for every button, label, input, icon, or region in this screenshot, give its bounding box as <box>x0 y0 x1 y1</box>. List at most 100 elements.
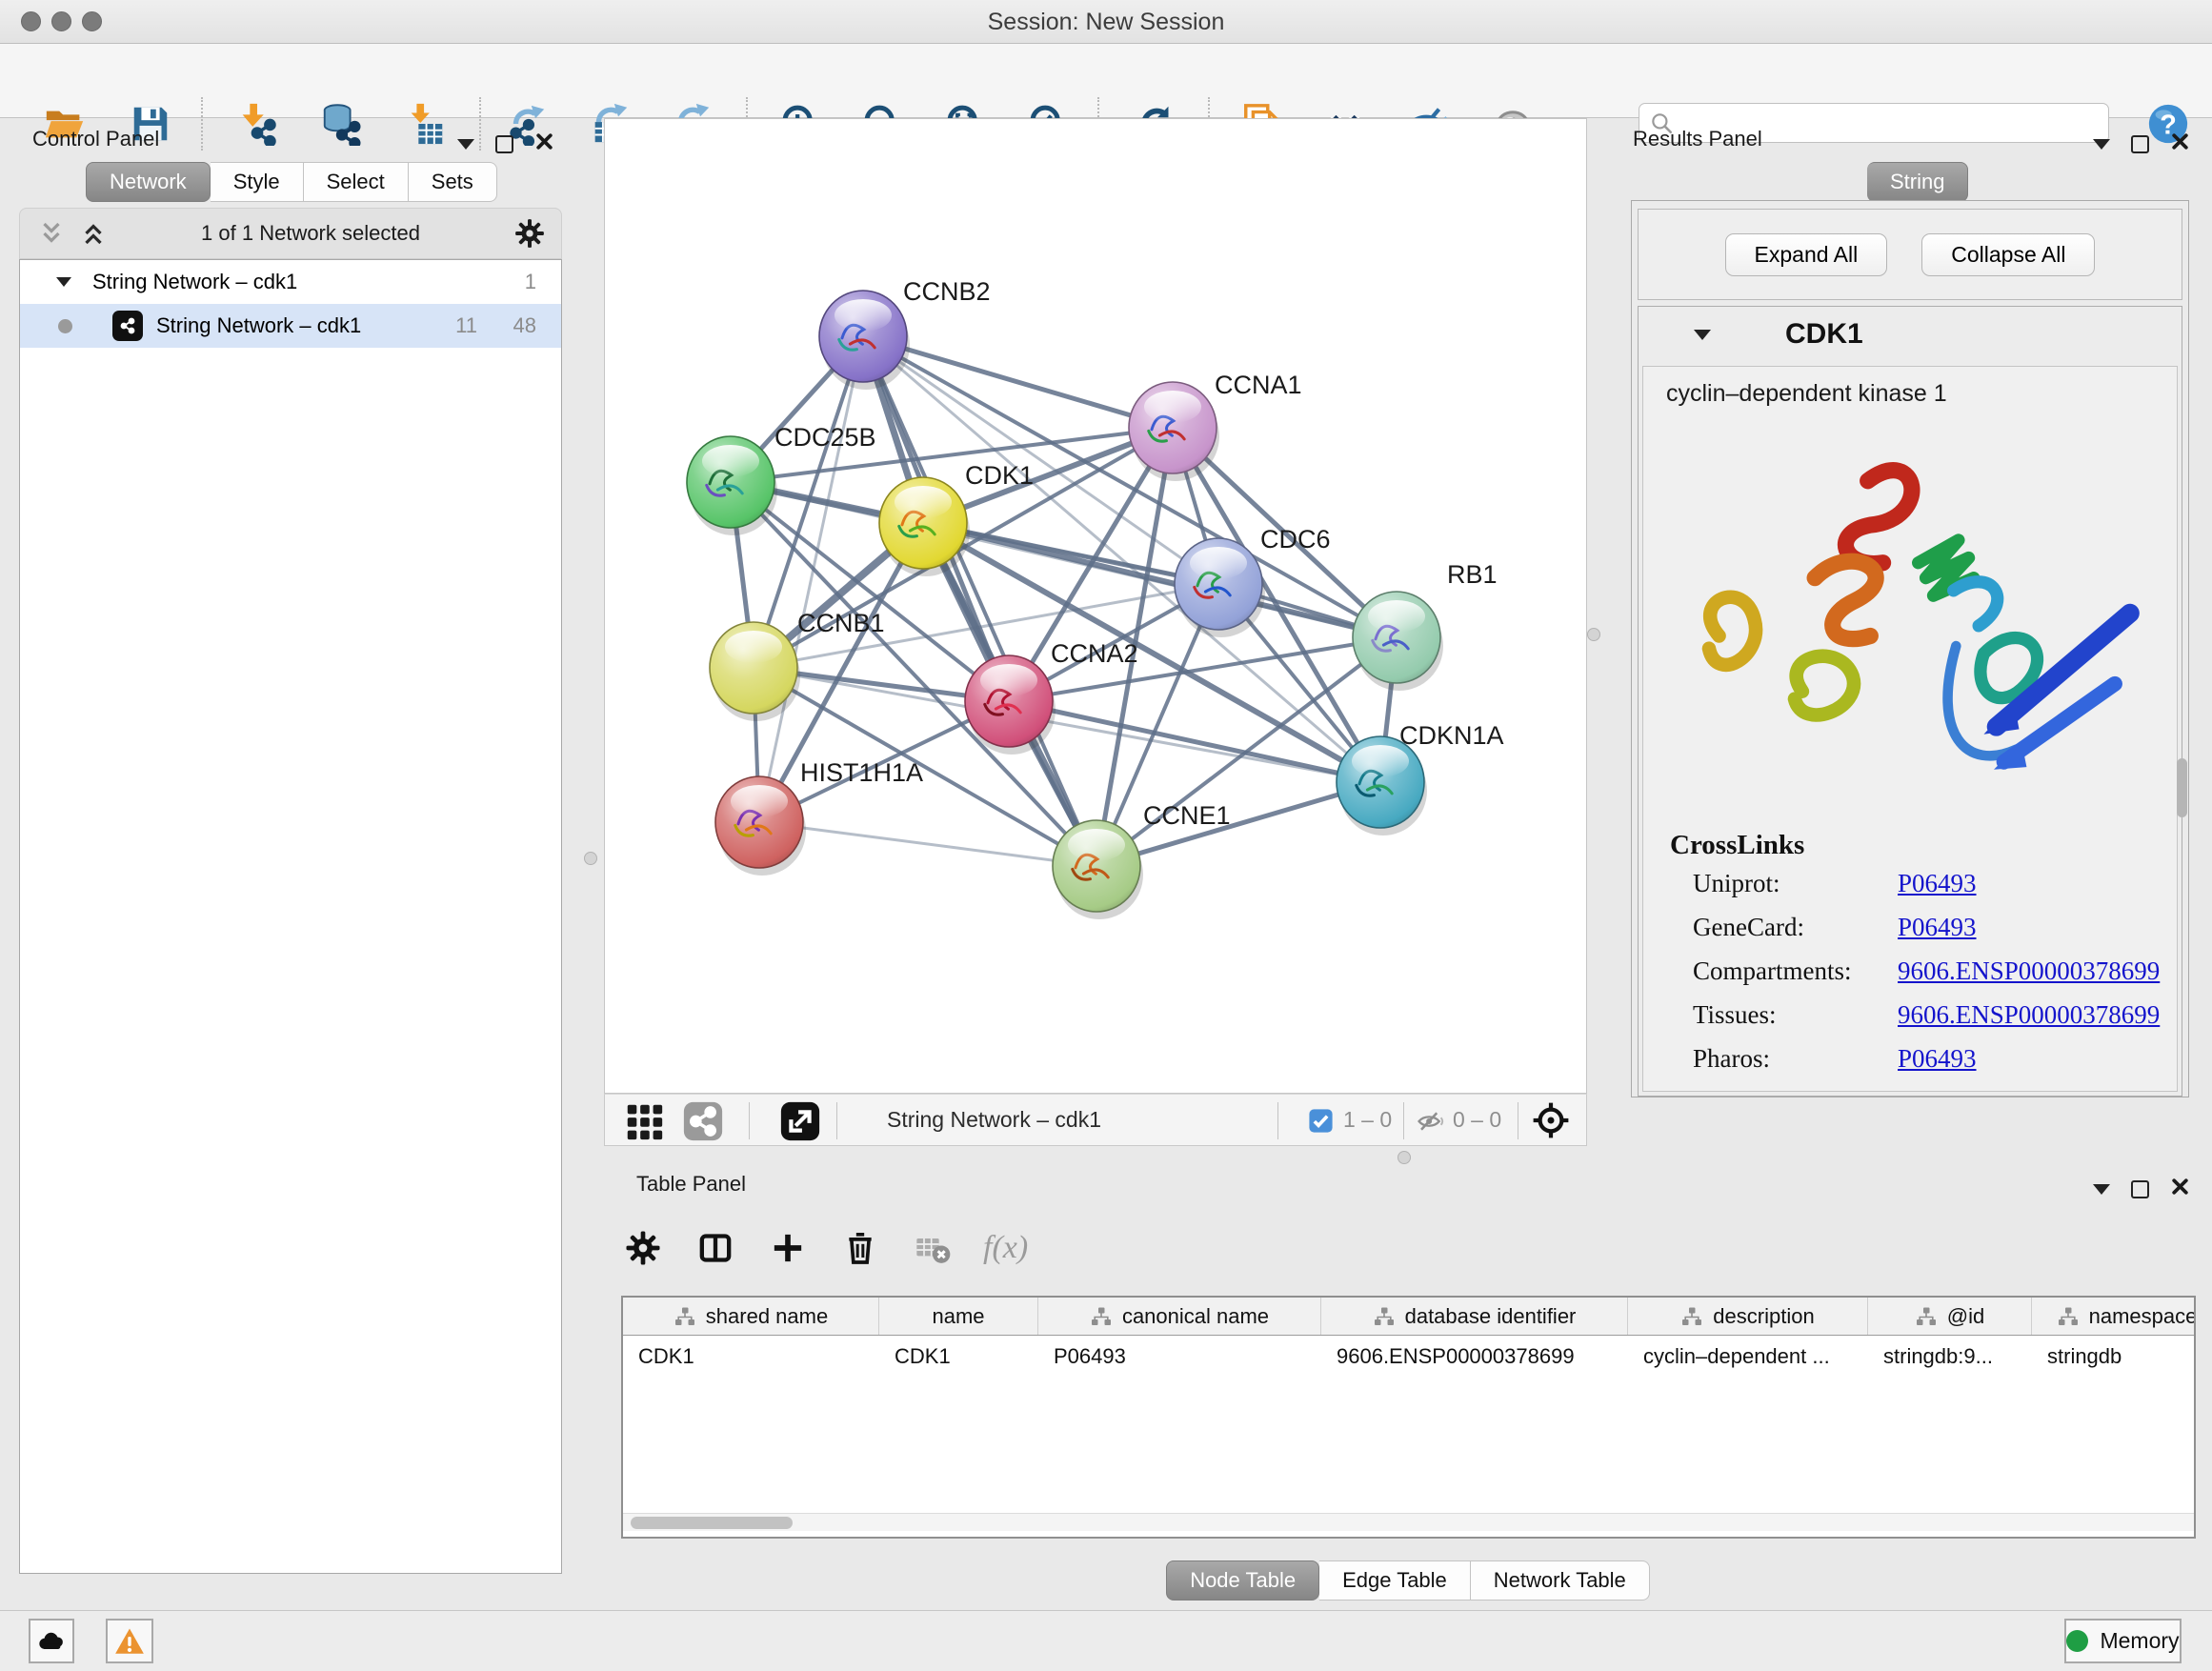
tab-sets[interactable]: Sets <box>409 162 497 202</box>
cloud-status-button[interactable] <box>29 1619 74 1663</box>
view-grid-button[interactable] <box>622 1099 666 1143</box>
table-cell[interactable]: P06493 <box>1038 1336 1321 1379</box>
control-panel-menu-icon[interactable] <box>457 139 474 150</box>
table-cell[interactable]: cyclin–dependent ... <box>1628 1336 1868 1379</box>
network-node-CDC25B[interactable] <box>687 436 777 535</box>
results-panel-close-icon[interactable] <box>2170 131 2190 156</box>
columns-icon <box>696 1229 734 1267</box>
network-node-HIST1H1A[interactable] <box>715 776 806 876</box>
add-column-button[interactable] <box>766 1226 810 1270</box>
protein-card-header[interactable]: CDK1 <box>1639 307 2182 362</box>
column-label: shared name <box>706 1304 828 1329</box>
crosslink-label: Tissues: <box>1693 1000 1898 1030</box>
table-settings-button[interactable] <box>621 1226 665 1270</box>
delete-table-icon <box>914 1229 952 1267</box>
network-node-CDC6[interactable] <box>1175 538 1265 637</box>
table-cell[interactable]: CDK1 <box>879 1336 1038 1379</box>
collapse-all-icon[interactable] <box>37 219 66 248</box>
tab-node-table[interactable]: Node Table <box>1166 1560 1319 1601</box>
column-header-shared-name[interactable]: shared name <box>623 1298 879 1335</box>
crosslink-link[interactable]: P06493 <box>1898 1044 1977 1073</box>
tab-style[interactable]: Style <box>211 162 304 202</box>
results-panel-float-icon[interactable] <box>2131 135 2149 153</box>
bottom-splitter-handle[interactable] <box>1398 1151 1411 1164</box>
node-table: shared name name canonical name database id… <box>621 1296 2196 1539</box>
gear-icon[interactable] <box>513 217 546 250</box>
column-header-canonical-name[interactable]: canonical name <box>1038 1298 1321 1335</box>
network-edge[interactable] <box>759 336 863 822</box>
function-builder-button[interactable]: f(x) <box>983 1226 1028 1270</box>
column-header-id[interactable]: @id <box>1868 1298 2032 1335</box>
network-tree-child-row[interactable]: String Network – cdk1 11 48 <box>20 304 561 348</box>
table-cell[interactable]: stringdb <box>2032 1336 2196 1379</box>
control-panel-close-icon[interactable] <box>534 131 554 156</box>
crosslink-link[interactable]: P06493 <box>1898 913 1977 941</box>
network-tree-root-row[interactable]: String Network – cdk1 1 <box>20 260 561 304</box>
table-panel-menu-icon[interactable] <box>2093 1184 2110 1195</box>
left-splitter-handle[interactable] <box>584 852 597 865</box>
network-collection-label: String Network – cdk1 <box>92 270 297 294</box>
network-node-CDK1[interactable] <box>879 477 970 576</box>
table-row[interactable]: CDK1CDK1P064939606.ENSP00000378699cyclin… <box>623 1336 2194 1379</box>
tab-network[interactable]: Network <box>86 162 211 202</box>
table-cell[interactable]: CDK1 <box>623 1336 879 1379</box>
warnings-button[interactable] <box>106 1619 153 1663</box>
column-header-namespace[interactable]: namespace <box>2032 1298 2196 1335</box>
network-node-CCNE1[interactable] <box>1053 820 1143 919</box>
network-name-label: String Network – cdk1 <box>156 313 361 338</box>
control-panel-float-icon[interactable] <box>495 135 513 153</box>
expand-all-button[interactable]: Expand All <box>1725 233 1888 276</box>
delete-column-button[interactable] <box>838 1226 882 1270</box>
show-columns-button[interactable] <box>694 1226 737 1270</box>
network-node-CDKN1A[interactable] <box>1337 736 1427 836</box>
node-label-HIST1H1A: HIST1H1A <box>800 758 923 787</box>
right-splitter-handle[interactable] <box>1587 628 1600 641</box>
tab-select[interactable]: Select <box>304 162 409 202</box>
selected-checkbox-icon[interactable] <box>1307 1107 1335 1135</box>
network-canvas[interactable]: CCNB2CCNA1CDC25BCDK1CDC6RB1CCNB1CCNA2CDK… <box>604 118 1587 1094</box>
column-label: canonical name <box>1122 1304 1269 1329</box>
network-node-CCNB1[interactable] <box>710 622 800 721</box>
network-node-CCNA1[interactable] <box>1129 382 1219 481</box>
node-label-CDC25B: CDC25B <box>774 423 876 452</box>
crosslink-link[interactable]: 9606.ENSP00000378699 <box>1898 1000 2160 1029</box>
collapse-card-icon[interactable] <box>1694 330 1711 340</box>
network-node-CCNB2[interactable] <box>819 291 910 390</box>
table-cell[interactable]: 9606.ENSP00000378699 <box>1321 1336 1628 1379</box>
protein-structure-image <box>1666 424 2158 805</box>
protein-card-body: cyclin–dependent kinase 1 <box>1642 366 2178 1092</box>
string-view-button[interactable] <box>681 1099 725 1143</box>
table-panel-close-icon[interactable] <box>2170 1177 2190 1201</box>
tree-collapse-icon[interactable] <box>56 277 71 287</box>
network-node-RB1[interactable] <box>1353 592 1443 691</box>
table-hscrollbar-thumb[interactable] <box>631 1517 793 1529</box>
expand-all-icon[interactable] <box>79 219 108 248</box>
tab-network-table[interactable]: Network Table <box>1471 1560 1650 1601</box>
tab-string[interactable]: String <box>1867 162 1968 202</box>
delete-table-button[interactable] <box>911 1226 955 1270</box>
column-header-name[interactable]: name <box>879 1298 1038 1335</box>
column-header-database-identifier[interactable]: database identifier <box>1321 1298 1628 1335</box>
import-network-database-button[interactable] <box>319 102 363 146</box>
collapse-all-button[interactable]: Collapse All <box>1921 233 2095 276</box>
network-edge[interactable] <box>759 822 1096 866</box>
crosslink-link[interactable]: 9606.ENSP00000378699 <box>1898 956 2160 985</box>
tab-edge-table[interactable]: Edge Table <box>1319 1560 1471 1601</box>
open-in-new-window-button[interactable] <box>778 1099 822 1143</box>
crosshair-icon[interactable] <box>1531 1100 1571 1140</box>
hidden-eye-slash-icon[interactable] <box>1417 1107 1445 1136</box>
column-header-description[interactable]: description <box>1628 1298 1868 1335</box>
table-panel-float-icon[interactable] <box>2131 1180 2149 1198</box>
table-hscrollbar[interactable] <box>623 1513 2194 1531</box>
column-label: namespace <box>2089 1304 2196 1329</box>
warning-icon <box>113 1625 146 1658</box>
crosslink-link[interactable]: P06493 <box>1898 869 1977 897</box>
network-edge[interactable] <box>863 336 1173 428</box>
import-table-button[interactable] <box>404 102 448 146</box>
memory-button[interactable]: Memory <box>2064 1619 2182 1663</box>
protein-description: cyclin–dependent kinase 1 <box>1666 380 1947 408</box>
results-panel-menu-icon[interactable] <box>2093 139 2110 150</box>
import-network-file-button[interactable] <box>235 102 279 146</box>
results-scrollbar-thumb[interactable] <box>2177 758 2187 817</box>
table-cell[interactable]: stringdb:9... <box>1868 1336 2032 1379</box>
